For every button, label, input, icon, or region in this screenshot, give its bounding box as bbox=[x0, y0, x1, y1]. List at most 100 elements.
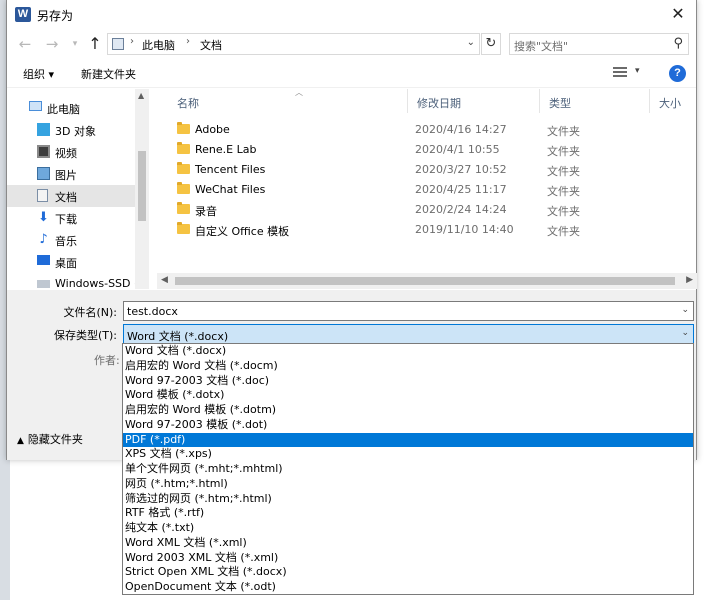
filetype-select[interactable]: Word 文档 (*.docx) ⌄ bbox=[123, 324, 694, 344]
filename-value: test.docx bbox=[127, 305, 178, 318]
scroll-up-icon[interactable]: ▲ bbox=[138, 91, 144, 100]
breadcrumb-documents[interactable]: 文档 bbox=[200, 37, 222, 53]
sidebar-item-label: 桌面 bbox=[55, 257, 77, 270]
hide-folders-button[interactable]: ▲ 隐藏文件夹 bbox=[17, 431, 83, 447]
column-header-name-label: 名称 bbox=[177, 97, 199, 110]
table-row[interactable]: 录音 2020/2/24 14:24 文件夹 bbox=[157, 199, 687, 219]
back-button[interactable]: ← bbox=[15, 33, 35, 55]
dropdown-option[interactable]: Word 文档 (*.docx) bbox=[123, 344, 693, 359]
folder-icon bbox=[177, 122, 190, 134]
dropdown-option[interactable]: Word XML 文档 (*.xml) bbox=[123, 536, 693, 551]
file-name: Adobe bbox=[195, 123, 230, 136]
breadcrumb-separator-icon: › bbox=[130, 36, 134, 47]
dropdown-option[interactable]: 纯文本 (*.txt) bbox=[123, 521, 693, 536]
chevron-down-icon[interactable]: ⌄ bbox=[681, 328, 689, 338]
sidebar-item-downloads[interactable]: ⬇ 下载 bbox=[7, 207, 135, 229]
filetype-dropdown-list[interactable]: Word 文档 (*.docx) 启用宏的 Word 文档 (*.docm) W… bbox=[122, 343, 694, 595]
scrollbar-thumb[interactable] bbox=[138, 151, 146, 221]
table-row[interactable]: Tencent Files 2020/3/27 10:52 文件夹 bbox=[157, 159, 687, 179]
chevron-up-icon: ▲ bbox=[17, 436, 24, 446]
view-options-dropdown[interactable]: ▾ bbox=[635, 66, 640, 76]
file-type: 文件夹 bbox=[547, 185, 580, 198]
folder-icon bbox=[177, 202, 190, 214]
sidebar-item-3d-objects[interactable]: 3D 对象 bbox=[7, 119, 135, 141]
picture-icon bbox=[37, 167, 50, 180]
folder-icon bbox=[177, 142, 190, 154]
arrow-right-icon: → bbox=[45, 35, 59, 53]
dropdown-option[interactable]: Word 97-2003 文档 (*.doc) bbox=[123, 374, 693, 389]
dropdown-option[interactable]: 网页 (*.htm;*.html) bbox=[123, 477, 693, 492]
filetype-label: 保存类型(T): bbox=[53, 329, 117, 342]
refresh-button[interactable]: ↻ bbox=[481, 33, 501, 55]
scroll-left-icon[interactable]: ◀ bbox=[161, 275, 168, 285]
up-folder-button[interactable]: ↑ bbox=[85, 33, 105, 55]
sidebar-item-desktop[interactable]: 桌面 bbox=[7, 251, 135, 273]
sidebar-item-videos[interactable]: 视频 bbox=[7, 141, 135, 163]
file-type: 文件夹 bbox=[547, 165, 580, 178]
sidebar-item-label: 文档 bbox=[55, 191, 77, 204]
drive-icon bbox=[37, 280, 50, 288]
forward-button[interactable]: → bbox=[42, 33, 62, 55]
new-folder-button[interactable]: 新建文件夹 bbox=[81, 66, 136, 82]
search-input[interactable]: 搜索"文档" ⚲ bbox=[509, 33, 689, 55]
dropdown-option-pdf[interactable]: PDF (*.pdf) bbox=[123, 432, 693, 448]
file-date: 2020/2/24 14:24 bbox=[415, 203, 507, 216]
folder-icon bbox=[177, 182, 190, 194]
close-button[interactable]: ✕ bbox=[666, 3, 690, 25]
table-row[interactable]: WeChat Files 2020/4/25 11:17 文件夹 bbox=[157, 179, 687, 199]
dropdown-option[interactable]: RTF 格式 (*.rtf) bbox=[123, 506, 693, 521]
chevron-down-icon[interactable]: ⌄ bbox=[467, 37, 475, 48]
dropdown-option[interactable]: Word 97-2003 模板 (*.dot) bbox=[123, 418, 693, 433]
table-row[interactable]: 自定义 Office 模板 2019/11/10 14:40 文件夹 bbox=[157, 219, 687, 239]
sidebar-item-music[interactable]: ♪ 音乐 bbox=[7, 229, 135, 251]
column-header-date[interactable]: 修改日期 bbox=[407, 89, 539, 113]
file-list-horizontal-scrollbar[interactable]: ◀ ▶ bbox=[157, 273, 697, 289]
table-row[interactable]: Adobe 2020/4/16 14:27 文件夹 bbox=[157, 119, 687, 139]
sidebar-item-label: 图片 bbox=[55, 169, 77, 182]
help-icon[interactable]: ? bbox=[669, 65, 686, 82]
dropdown-option[interactable]: Word 2003 XML 文档 (*.xml) bbox=[123, 551, 693, 566]
sidebar-item-pictures[interactable]: 图片 bbox=[7, 163, 135, 185]
dropdown-option[interactable]: 单个文件网页 (*.mht;*.mhtml) bbox=[123, 462, 693, 477]
recent-locations-button[interactable]: ▾ bbox=[65, 33, 85, 55]
organize-button[interactable]: 组织 ▾ bbox=[23, 66, 54, 82]
column-header-type[interactable]: 类型 bbox=[539, 89, 649, 113]
filename-input[interactable]: test.docx ⌄ bbox=[123, 301, 694, 321]
filetype-value: Word 文档 (*.docx) bbox=[127, 330, 229, 343]
view-list-icon[interactable] bbox=[613, 67, 627, 79]
chevron-down-icon: ▾ bbox=[72, 39, 78, 49]
sidebar-item-windows-ssd[interactable]: Windows-SSD ( bbox=[7, 273, 138, 289]
dropdown-option[interactable]: 筛选过的网页 (*.htm;*.html) bbox=[123, 492, 693, 507]
chevron-down-icon[interactable]: ⌄ bbox=[681, 305, 689, 315]
dropdown-option[interactable]: 启用宏的 Word 文档 (*.docm) bbox=[123, 359, 693, 374]
breadcrumb-separator-icon: › bbox=[186, 36, 190, 47]
scrollbar-thumb[interactable] bbox=[175, 277, 675, 285]
file-date: 2020/4/25 11:17 bbox=[415, 183, 507, 196]
word-app-icon: W bbox=[15, 7, 31, 22]
file-name: 自定义 Office 模板 bbox=[195, 225, 290, 238]
table-row[interactable]: Rene.E Lab 2020/4/1 10:55 文件夹 bbox=[157, 139, 687, 159]
scroll-right-icon[interactable]: ▶ bbox=[686, 275, 693, 285]
dropdown-option[interactable]: Word 模板 (*.dotx) bbox=[123, 388, 693, 403]
sidebar-item-this-pc[interactable]: 此电脑 bbox=[7, 97, 135, 119]
dropdown-option[interactable]: XPS 文档 (*.xps) bbox=[123, 447, 693, 462]
file-date: 2019/11/10 14:40 bbox=[415, 223, 514, 236]
navigation-pane: 此电脑 3D 对象 视频 图片 文档 ⬇ 下载 ♪ 音乐 桌面 Windows-… bbox=[7, 89, 149, 289]
sidebar-item-documents[interactable]: 文档 bbox=[7, 185, 135, 207]
file-name: 录音 bbox=[195, 205, 217, 218]
filename-label: 文件名(N): bbox=[63, 306, 117, 319]
sidebar-item-label: 3D 对象 bbox=[55, 125, 96, 138]
breadcrumb-this-pc[interactable]: 此电脑 bbox=[142, 37, 175, 53]
author-label: 作者: bbox=[94, 354, 120, 367]
file-type: 文件夹 bbox=[547, 205, 580, 218]
column-header-size[interactable]: 大小 bbox=[649, 89, 697, 113]
file-name: WeChat Files bbox=[195, 183, 266, 196]
address-bar[interactable]: › 此电脑 › 文档 ⌄ bbox=[107, 33, 480, 55]
dropdown-option[interactable]: OpenDocument 文本 (*.odt) bbox=[123, 580, 693, 594]
dropdown-option[interactable]: Strict Open XML 文档 (*.docx) bbox=[123, 565, 693, 580]
file-date: 2020/3/27 10:52 bbox=[415, 163, 507, 176]
file-name: Tencent Files bbox=[195, 163, 266, 176]
column-header-name[interactable]: 名称 ︿ bbox=[167, 88, 407, 113]
dropdown-option[interactable]: 启用宏的 Word 模板 (*.dotm) bbox=[123, 403, 693, 418]
navigation-pane-scrollbar[interactable]: ▲ bbox=[135, 89, 149, 289]
